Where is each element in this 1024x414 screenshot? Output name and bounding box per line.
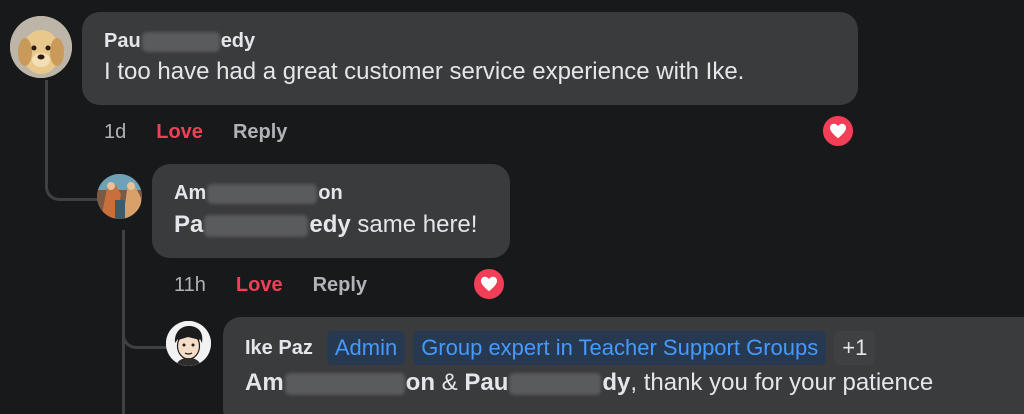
mention-link[interactable]: Pa edy (174, 211, 351, 238)
author-name-start[interactable]: Am (174, 182, 206, 204)
comment-author[interactable]: Am on (174, 182, 510, 205)
comment-text-rest: , thank you for your patience (630, 369, 934, 396)
reaction-badge[interactable] (472, 267, 506, 301)
reply-button[interactable]: Reply (313, 274, 367, 297)
cropped-previous-row (230, 0, 310, 2)
mention-link[interactable]: Pau dy (464, 369, 630, 396)
comment-bubble: Pau edy I too have had a great customer s… (82, 12, 858, 105)
mention-name-end[interactable]: edy (309, 211, 350, 238)
comment-bubble: Ike Paz Admin Group expert in Teacher Su… (223, 317, 1024, 414)
cartoon-man-avatar-icon (166, 321, 211, 366)
redacted-name (204, 214, 309, 237)
comment-text: I too have had a great customer service … (104, 58, 745, 85)
avatar[interactable] (10, 16, 72, 78)
redacted-name (207, 183, 318, 204)
thread-line-2-curve (122, 310, 167, 349)
comment-author-row: Ike Paz Admin Group expert in Teacher Su… (245, 331, 1024, 365)
comment-text-rest: same here! (350, 211, 478, 238)
comment-author[interactable]: Pau edy (104, 30, 858, 53)
mention-name-start[interactable]: Pau (464, 369, 508, 396)
comment-author[interactable]: Ike Paz (245, 337, 313, 360)
author-name-end[interactable]: edy (221, 30, 255, 52)
comment-text: Am on & Pau dy, thank you for your patienc… (245, 369, 1024, 397)
redacted-name (284, 372, 405, 395)
painting-avatar-icon (97, 174, 142, 219)
comment-actions: 1d Love Reply (104, 121, 287, 144)
reply-button[interactable]: Reply (233, 121, 287, 144)
comment-timestamp[interactable]: 11h (174, 274, 206, 297)
love-button[interactable]: Love (156, 121, 203, 144)
more-badges-button[interactable]: +1 (834, 331, 876, 365)
author-name-end[interactable]: on (318, 182, 342, 204)
mention-name-start[interactable]: Am (245, 369, 284, 396)
love-button[interactable]: Love (236, 274, 283, 297)
admin-badge[interactable]: Admin (326, 331, 406, 365)
mention-link[interactable]: Am on (245, 369, 435, 396)
avatar[interactable] (166, 321, 211, 366)
comment-timestamp[interactable]: 1d (104, 121, 126, 144)
author-name-start[interactable]: Pau (104, 30, 141, 52)
avatar[interactable] (97, 174, 142, 219)
redacted-name (509, 372, 602, 395)
comment-text: Pa edy same here! (174, 211, 510, 239)
mention-name-end[interactable]: dy (602, 369, 630, 396)
mention-name-start[interactable]: Pa (174, 211, 203, 238)
ampersand-text: & (435, 369, 465, 396)
thread-line-1-curve (45, 158, 98, 201)
comment-bubble: Am on Pa edy same here! (152, 164, 510, 258)
heart-icon (481, 276, 497, 292)
heart-icon (830, 123, 846, 139)
comment-thread: Pau edy I too have had a great customer s… (0, 0, 1024, 414)
group-expert-badge[interactable]: Group expert in Teacher Support Groups (413, 331, 827, 365)
golden-retriever-puppy-avatar-icon (10, 16, 72, 78)
reaction-badge[interactable] (821, 114, 855, 148)
redacted-name (141, 31, 220, 52)
mention-name-end[interactable]: on (406, 369, 435, 396)
comment-actions: 11h Love Reply (174, 274, 367, 297)
